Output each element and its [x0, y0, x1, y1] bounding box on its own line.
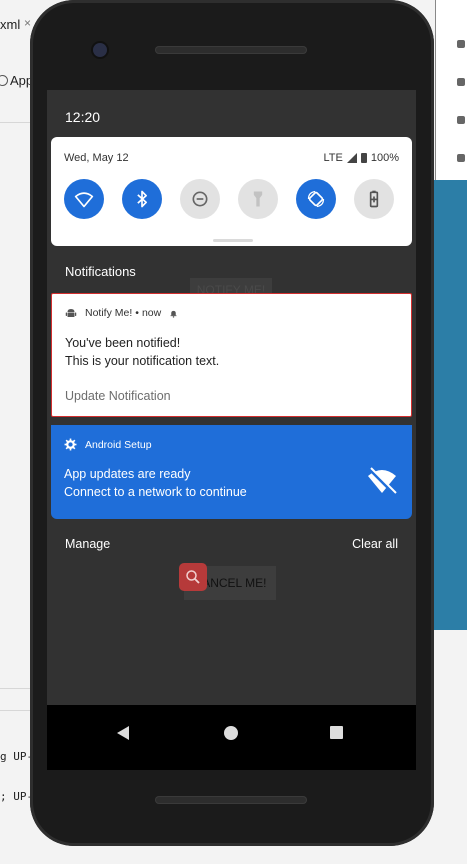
qs-tiles — [64, 179, 394, 219]
setup-header: Android Setup — [64, 438, 152, 451]
do-not-disturb-icon — [192, 191, 208, 207]
ide-right-teal-strip — [433, 180, 467, 630]
notify-me-notification[interactable]: Notify Me! • now You've been notified! T… — [51, 293, 412, 417]
wifi-icon — [74, 192, 94, 208]
update-notification-button[interactable]: Update Notification — [65, 389, 171, 403]
qs-date: Wed, May 12 — [64, 152, 129, 164]
status-time: 12:20 — [65, 109, 101, 125]
auto-rotate-icon — [307, 190, 325, 208]
app-icon — [0, 75, 8, 86]
qs-drag-handle[interactable] — [213, 239, 253, 242]
auto-rotate-tile[interactable] — [296, 179, 336, 219]
phone-frame: 12:20 NOTIFY ME! CANCEL ME! Wed, May 12 … — [30, 0, 434, 846]
wifi-off-icon — [368, 467, 397, 496]
qs-status: LTE 100% — [324, 152, 400, 164]
search-icon — [186, 570, 200, 584]
notification-time: now — [141, 307, 162, 319]
battery-label: 100% — [370, 152, 399, 164]
bluetooth-tile[interactable] — [122, 179, 162, 219]
ide-tab-fragment: xml — [0, 17, 21, 32]
battery-saver-tile[interactable] — [354, 179, 394, 219]
wifi-tile[interactable] — [64, 179, 104, 219]
top-speaker — [155, 46, 307, 54]
gear-icon — [64, 438, 77, 451]
flashlight-icon — [253, 191, 263, 207]
ide-log-line: g UP- — [0, 750, 34, 763]
recents-icon[interactable] — [330, 726, 343, 739]
flashlight-tile[interactable] — [238, 179, 278, 219]
separator-dot: • — [135, 307, 139, 319]
bottom-speaker — [155, 796, 307, 804]
ide-app-selector[interactable]: App — [0, 73, 33, 88]
tool-icon[interactable] — [457, 116, 465, 124]
notification-text: This is your notification text. — [65, 354, 220, 368]
alarm-icon — [170, 310, 177, 318]
setup-text: Connect to a network to continue — [64, 485, 247, 499]
notification-header: Notify Me! • now — [65, 307, 178, 319]
quick-settings-panel: Wed, May 12 LTE 100% — [51, 137, 412, 246]
manage-button[interactable]: Manage — [65, 537, 110, 551]
ide-tab-close-icon[interactable]: × — [24, 16, 31, 30]
tool-icon[interactable] — [457, 154, 465, 162]
android-icon — [65, 309, 77, 317]
back-icon[interactable] — [117, 726, 129, 740]
navigation-bar — [47, 705, 416, 770]
notifications-heading: Notifications — [65, 264, 136, 279]
signal-icon — [346, 153, 357, 163]
battery-saver-icon — [369, 190, 379, 208]
home-icon[interactable] — [224, 726, 238, 740]
setup-title: App updates are ready — [64, 467, 191, 481]
front-camera — [93, 43, 107, 57]
setup-app-name: Android Setup — [85, 438, 152, 451]
dnd-tile[interactable] — [180, 179, 220, 219]
tool-icon[interactable] — [457, 40, 465, 48]
search-overlay-button[interactable] — [179, 563, 207, 591]
tool-icon[interactable] — [457, 78, 465, 86]
android-setup-notification[interactable]: Android Setup App updates are ready Conn… — [51, 425, 412, 519]
battery-icon — [360, 153, 367, 163]
notification-app-name: Notify Me! — [85, 307, 133, 319]
bluetooth-icon — [137, 190, 147, 208]
network-label: LTE — [323, 152, 343, 164]
phone-screen: 12:20 NOTIFY ME! CANCEL ME! Wed, May 12 … — [47, 90, 416, 770]
clear-all-button[interactable]: Clear all — [352, 537, 398, 551]
notification-title: You've been notified! — [65, 336, 181, 350]
